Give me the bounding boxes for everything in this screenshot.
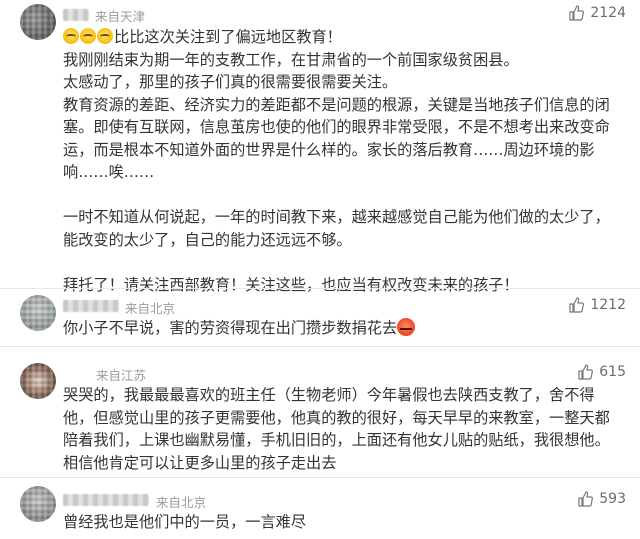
thumbs-up-icon <box>569 297 585 313</box>
angry-emoji <box>397 318 416 336</box>
thumbs-up-icon <box>569 5 585 21</box>
comment-text: 比比这次关注到了偏远地区教育！ 我刚刚结束为期一年的支教工作，在甘肃省的一个前国… <box>63 26 623 296</box>
comment-item: 来自江苏 615 哭哭的，我最最最喜欢的班主任（生物老师）今年暑假也去陕西支教了… <box>0 347 640 477</box>
comment-line: 太感动了，那里的孩子们真的很需要很需要关注。 <box>63 73 398 91</box>
avatar[interactable] <box>20 486 56 522</box>
comment-item: 来自天津 2124 比比这次关注到了偏远地区教育！ 我刚刚结束为期一年的支教工作… <box>0 0 640 294</box>
crying-emoji <box>63 28 79 44</box>
comment-text: 哭哭的，我最最最喜欢的班主任（生物老师）今年暑假也去陕西支教了，舍不得他，但感觉… <box>63 384 623 474</box>
like-button[interactable]: 593 <box>577 491 626 507</box>
comment-location: 来自北京 <box>125 301 176 316</box>
comment-location: 来自天津 <box>95 9 146 24</box>
like-button[interactable]: 2124 <box>568 5 626 21</box>
username[interactable] <box>63 300 119 312</box>
avatar[interactable] <box>20 4 56 40</box>
comment-text: 你小子不早说，害的劳资得现在出门攒步数捐花去 <box>63 317 623 340</box>
username[interactable] <box>63 9 89 21</box>
comment-text: 曾经我也是他们中的一员，一言难尽 <box>63 511 623 534</box>
comment-line: 曾经我也是他们中的一员，一言难尽 <box>63 513 306 531</box>
like-count: 1212 <box>590 297 626 313</box>
avatar[interactable] <box>20 363 56 399</box>
thumbs-up-icon <box>578 491 594 507</box>
like-count: 2124 <box>590 5 626 21</box>
comment-item: 来自北京 1212 你小子不早说，害的劳资得现在出门攒步数捐花去 <box>0 289 640 346</box>
username[interactable] <box>63 494 149 506</box>
like-count: 615 <box>599 364 626 380</box>
crying-emoji <box>97 28 113 44</box>
comment-line: 你小子不早说，害的劳资得现在出门攒步数捐花去 <box>63 319 398 337</box>
comment-location: 来自江苏 <box>96 368 147 383</box>
avatar[interactable] <box>20 295 56 331</box>
comment-line: 一时不知道从何说起，一年的时间教下来，越来越感觉自己能为他们做的太少了，能改变的… <box>63 208 610 249</box>
comment-line: 比比这次关注到了偏远地区教育！ <box>114 28 342 46</box>
crying-emoji <box>80 28 96 44</box>
comment-line: 我刚刚结束为期一年的支教工作，在甘肃省的一个前国家级贫困县。 <box>63 50 519 69</box>
thumbs-up-icon <box>578 364 594 380</box>
like-count: 593 <box>599 491 626 507</box>
like-button[interactable]: 615 <box>577 364 626 380</box>
comment-line: 哭哭的，我最最最喜欢的班主任（生物老师）今年暑假也去陕西支教了，舍不得他，但感觉… <box>63 386 610 472</box>
comment-location: 来自北京 <box>156 495 207 510</box>
like-button[interactable]: 1212 <box>568 297 626 313</box>
comment-item: 来自北京 593 曾经我也是他们中的一员，一言难尽 <box>0 478 640 539</box>
comment-line: 教育资源的差距、经济实力的差距都不是问题的根源，关键是当地孩子们信息的闭塞。即使… <box>63 95 610 182</box>
